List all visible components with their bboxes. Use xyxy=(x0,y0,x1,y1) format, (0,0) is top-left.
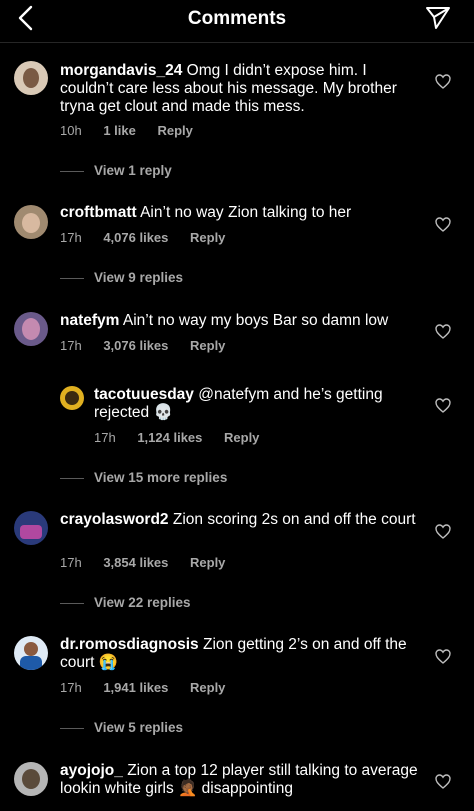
reply-button[interactable]: Reply xyxy=(224,430,259,445)
page-title: Comments xyxy=(187,8,287,29)
comment-time: 17h xyxy=(94,430,116,445)
send-icon[interactable] xyxy=(424,5,452,31)
reply-button[interactable]: Reply xyxy=(190,555,225,570)
comment-username[interactable]: crayolasword2 xyxy=(60,511,169,528)
comment-meta: 17h 3,854 likes Reply xyxy=(60,555,243,570)
heart-icon[interactable] xyxy=(435,774,451,789)
comment-username[interactable]: natefym xyxy=(60,312,119,329)
comment-body: Ain’t no way Zion talking to her xyxy=(140,204,352,221)
comment-text: crayolasword2 Zion scoring 2s on and off… xyxy=(60,511,420,529)
view-replies-link[interactable]: View 9 replies xyxy=(60,270,183,285)
comment-body: Zion scoring 2s on and off the court xyxy=(172,511,416,528)
heart-icon[interactable] xyxy=(435,649,451,664)
comment-text: natefym Ain’t no way my boys Bar so damn… xyxy=(60,312,420,330)
reply-button[interactable]: Reply xyxy=(190,230,225,245)
reply-button[interactable]: Reply xyxy=(190,680,225,695)
avatar[interactable] xyxy=(60,386,84,410)
reply-button[interactable]: Reply xyxy=(157,123,192,138)
comment-text: croftbmatt Ain’t no way Zion talking to … xyxy=(60,204,420,222)
comment-time: 17h xyxy=(60,555,82,570)
view-replies-link[interactable]: View 22 replies xyxy=(60,595,191,610)
heart-icon[interactable] xyxy=(435,324,451,339)
avatar[interactable] xyxy=(14,312,48,346)
comment-likes[interactable]: 3,854 likes xyxy=(103,555,168,570)
comment-body: Ain’t no way my boys Bar so damn low xyxy=(122,312,389,329)
comment-likes[interactable]: 3,076 likes xyxy=(103,338,168,353)
avatar[interactable] xyxy=(14,762,48,796)
comment-time: 17h xyxy=(60,680,82,695)
comment-username[interactable]: ayojojo_ xyxy=(60,762,123,779)
comment-meta: 10h 1 like Reply xyxy=(60,123,211,138)
comment-username[interactable]: dr.romosdiagnosis xyxy=(60,636,199,653)
header-bar: Comments xyxy=(0,0,474,43)
comment-username[interactable]: morgandavis_24 xyxy=(60,62,182,79)
comment-time: 17h xyxy=(60,230,82,245)
comment-text: dr.romosdiagnosis Zion getting 2’s on an… xyxy=(60,636,420,672)
view-replies-link[interactable]: View 15 more replies xyxy=(60,470,227,485)
comment-likes[interactable]: 1,124 likes xyxy=(137,430,202,445)
comment-meta: 17h 1,941 likes Reply xyxy=(60,680,243,695)
avatar[interactable] xyxy=(14,511,48,545)
view-replies-link[interactable]: View 5 replies xyxy=(60,720,183,735)
comment-text: tacotuuesday @natefym and he’s getting r… xyxy=(94,386,404,422)
comment-text: ayojojo_ Zion a top 12 player still talk… xyxy=(60,762,420,798)
reply-button[interactable]: Reply xyxy=(190,338,225,353)
heart-icon[interactable] xyxy=(435,217,451,232)
heart-icon[interactable] xyxy=(435,398,451,413)
comment-likes[interactable]: 1,941 likes xyxy=(103,680,168,695)
comment-time: 10h xyxy=(60,123,82,138)
comment-text: morgandavis_24 Omg I didn’t expose him. … xyxy=(60,62,420,116)
comment-meta: 17h 1,124 likes Reply xyxy=(94,430,277,445)
comment-likes[interactable]: 4,076 likes xyxy=(103,230,168,245)
heart-icon[interactable] xyxy=(435,74,451,89)
comment-time: 17h xyxy=(60,338,82,353)
comment-meta: 17h 3,076 likes Reply xyxy=(60,338,243,353)
comment-likes[interactable]: 1 like xyxy=(103,123,136,138)
comment-username[interactable]: tacotuuesday xyxy=(94,386,194,403)
view-replies-link[interactable]: View 1 reply xyxy=(60,163,172,178)
heart-icon[interactable] xyxy=(435,524,451,539)
comment-meta: 17h 4,076 likes Reply xyxy=(60,230,243,245)
comment-username[interactable]: croftbmatt xyxy=(60,204,137,221)
avatar[interactable] xyxy=(14,205,48,239)
avatar[interactable] xyxy=(14,61,48,95)
avatar[interactable] xyxy=(14,636,48,670)
